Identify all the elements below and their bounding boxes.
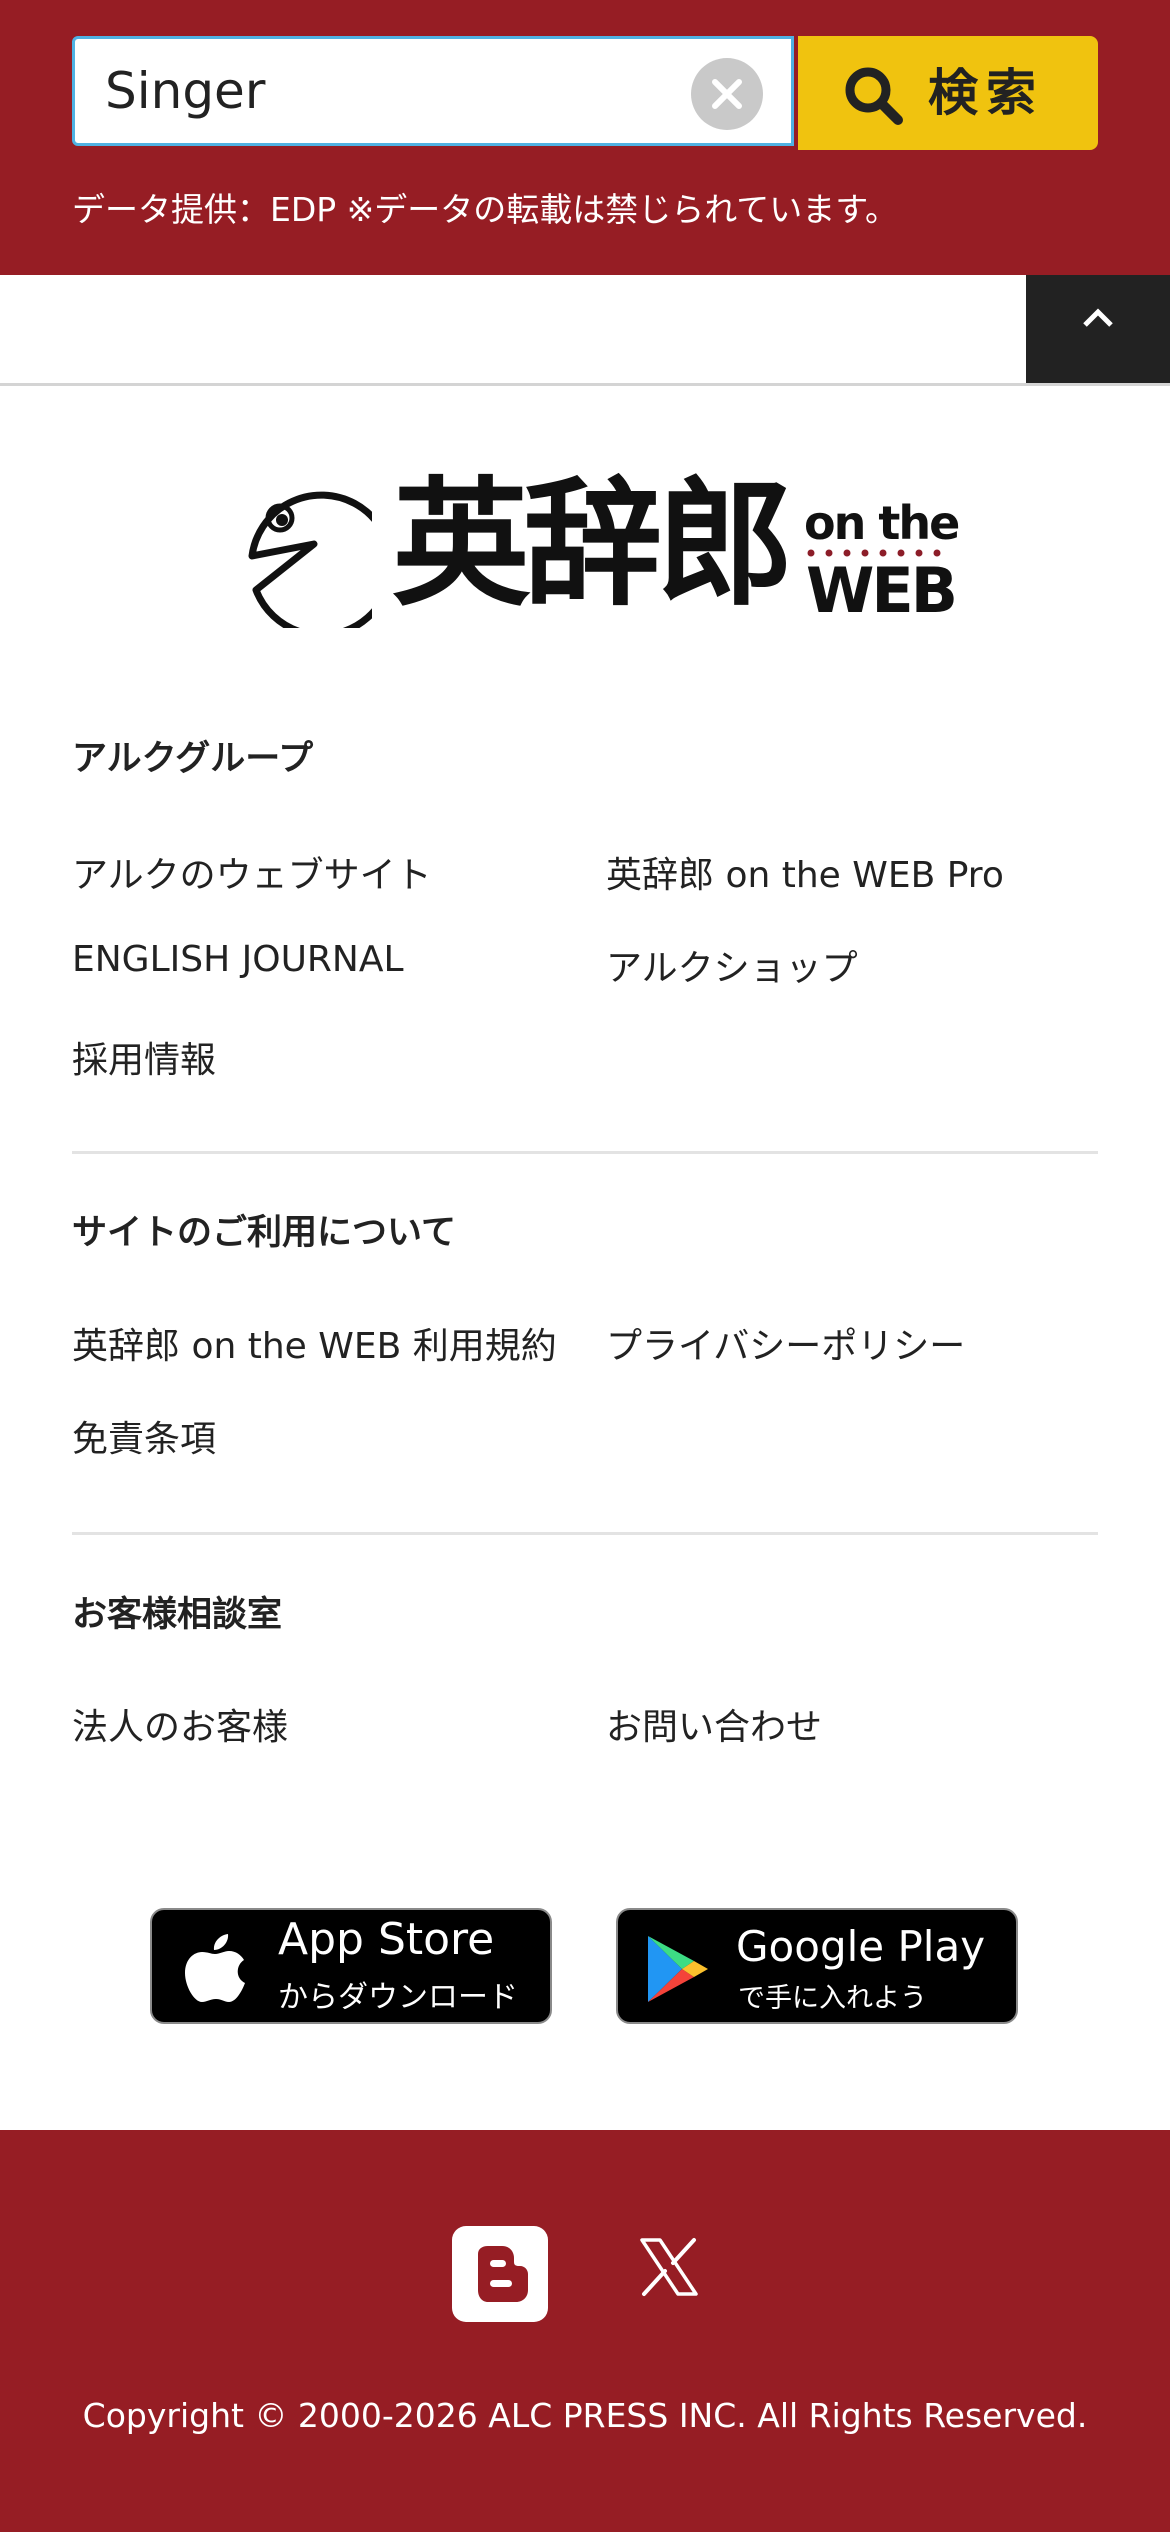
mascot-logo-icon — [248, 491, 372, 628]
data-provider-note: データ提供：EDP ※データの転載は禁じられています。 — [72, 190, 899, 229]
google-play-line1: Google Play — [736, 1922, 986, 1971]
google-play-icon — [648, 1936, 708, 2002]
search-button-label: 検索 — [928, 64, 1044, 122]
app-store-line2: からダウンロード — [278, 1980, 518, 2015]
chevron-up-icon — [1083, 308, 1113, 327]
section-title-support: お客様相談室 — [72, 1595, 283, 1635]
copyright-text: Copyright © 2000-2026 ALC PRESS INC. All… — [82, 2396, 1088, 2435]
scroll-to-top-button[interactable] — [1026, 275, 1170, 383]
link-privacy-policy[interactable]: プライバシーポリシー — [606, 1317, 965, 1369]
search-icon — [845, 67, 903, 125]
clear-search-button[interactable] — [691, 58, 763, 130]
google-play-line2: で手に入れよう — [738, 1983, 927, 2014]
x-icon — [640, 2238, 698, 2296]
link-terms-of-use[interactable]: 英辞郎 on the WEB 利用規約 — [72, 1317, 557, 1369]
divider — [0, 383, 1170, 386]
google-play-badge[interactable]: Google Play で手に入れよう — [616, 1908, 1018, 2024]
section-title-site-usage: サイトのご利用について — [72, 1213, 456, 1253]
link-alc-shop[interactable]: アルクショップ — [606, 939, 858, 991]
apple-icon — [185, 1934, 245, 2002]
link-recruit[interactable]: 採用情報 — [72, 1031, 216, 1083]
link-contact[interactable]: お問い合わせ — [606, 1698, 822, 1750]
search-input[interactable] — [105, 39, 665, 143]
link-corporate-customers[interactable]: 法人のお客様 — [72, 1698, 288, 1750]
link-eijiro-pro[interactable]: 英辞郎 on the WEB Pro — [606, 846, 1004, 898]
blogger-icon — [478, 2246, 528, 2302]
blogger-link[interactable] — [452, 2226, 548, 2322]
link-alc-website[interactable]: アルクのウェブサイト — [72, 846, 432, 898]
link-disclaimer[interactable]: 免責条項 — [72, 1410, 216, 1462]
search-button[interactable]: 検索 — [798, 36, 1098, 150]
logo-wordmark: 英辞郎 — [392, 464, 794, 625]
logo-on-the: on the — [804, 496, 960, 550]
divider — [72, 1151, 1098, 1154]
app-store-line1: App Store — [278, 1914, 495, 1965]
bottom-footer — [0, 2130, 1170, 2532]
x-link[interactable] — [638, 2236, 700, 2302]
clear-icon — [712, 79, 742, 109]
app-store-badge[interactable]: App Store からダウンロード — [150, 1908, 552, 2024]
divider — [72, 1532, 1098, 1535]
header: 検索 データ提供：EDP ※データの転載は禁じられています。 — [0, 0, 1170, 275]
search-box — [72, 36, 794, 146]
section-title-alc-group: アルクグループ — [72, 739, 314, 779]
logo-web: WEB — [806, 554, 958, 627]
link-english-journal[interactable]: ENGLISH JOURNAL — [72, 939, 404, 980]
